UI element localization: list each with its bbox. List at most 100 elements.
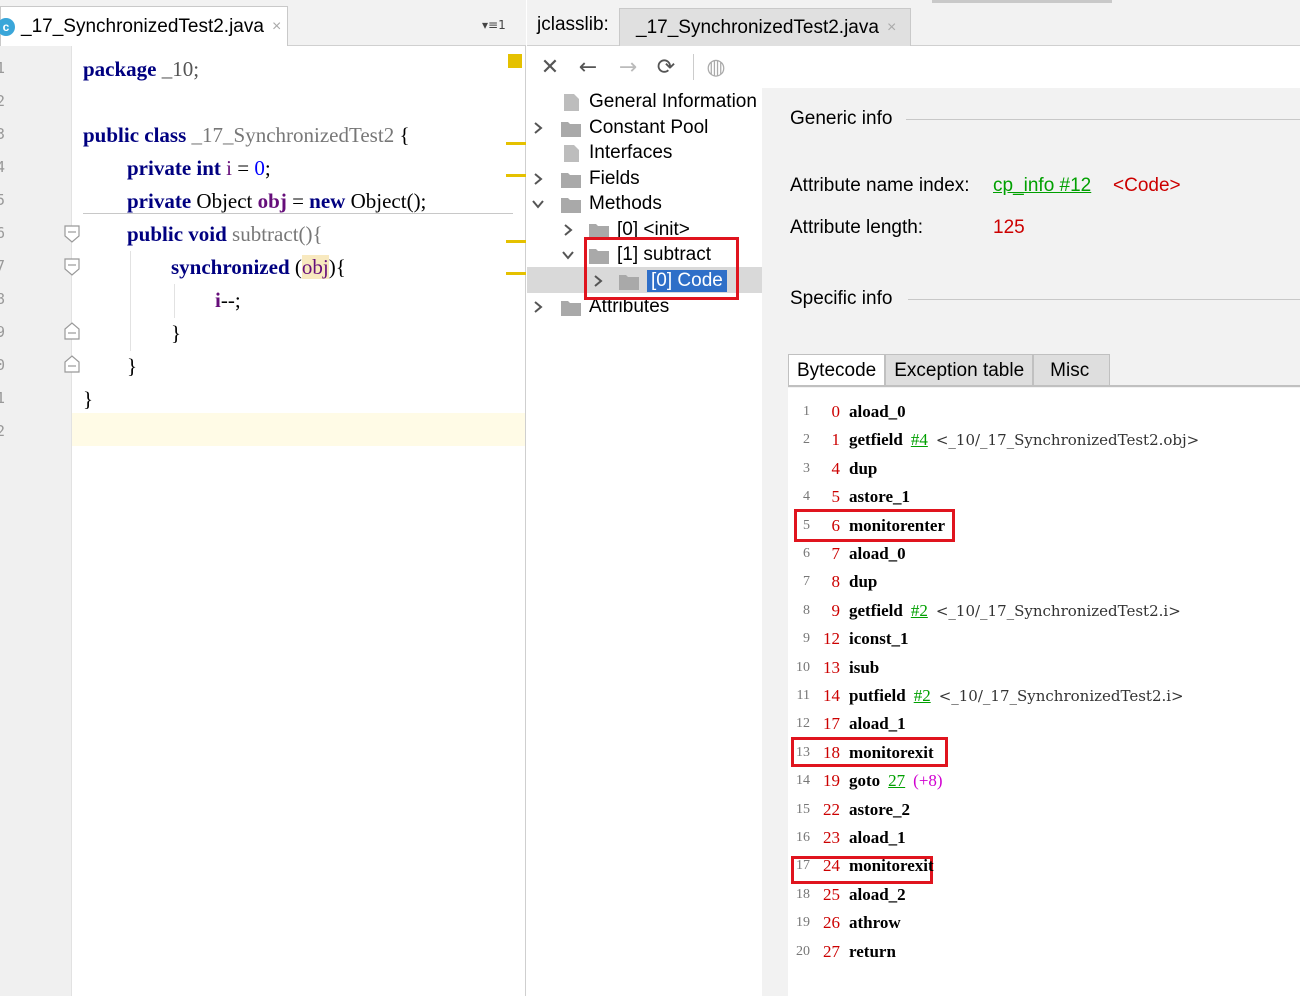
error-stripe-marker[interactable] — [506, 142, 526, 145]
close-icon[interactable]: × — [887, 19, 896, 37]
chevron-down-icon[interactable] — [561, 248, 575, 262]
bytecode-opcode: goto — [849, 771, 881, 791]
bytecode-line-number: 17 — [796, 858, 810, 874]
bytecode-comment: <_10/_17_SynchronizedTest2.obj> — [935, 431, 1200, 450]
chevron-down-icon[interactable] — [531, 197, 545, 211]
bytecode-row: 8 9 getfield #2 <_10/_17_SynchronizedTest2.i… — [788, 597, 1300, 625]
tree-item-fields[interactable]: Fields — [561, 166, 640, 192]
cp-info-link[interactable]: cp_info #12 — [993, 175, 1091, 197]
line-number: 7 — [0, 257, 6, 275]
tree-item-label: Constant Pool — [589, 117, 709, 138]
bytecode-offset: 22 — [823, 799, 840, 819]
line-number: 3 — [0, 125, 6, 143]
tab-misc[interactable]: Misc — [1033, 354, 1111, 386]
tab-exception-table[interactable]: Exception table — [885, 354, 1034, 386]
jclasslib-tab-bar: jclasslib: _17_SynchronizedTest2.java × — [527, 0, 1300, 46]
error-stripe-marker[interactable] — [506, 240, 526, 243]
error-stripe-marker[interactable] — [506, 272, 526, 275]
line-number: 6 — [0, 224, 6, 242]
bytecode-comment: <_10/_17_SynchronizedTest2.i> — [938, 687, 1184, 705]
bytecode-offset: 0 — [831, 402, 841, 421]
bytecode-opcode: iconst_1 — [849, 629, 909, 649]
code-line: } — [83, 387, 94, 411]
bytecode-row: 13 18 monitorexit — [788, 739, 1300, 767]
file-icon — [564, 144, 579, 162]
bytecode-instruction: dup — [849, 568, 877, 596]
chevron-right-icon[interactable] — [531, 300, 545, 314]
tree-item-label: General Information — [589, 91, 757, 112]
tree-item-label: Fields — [589, 168, 640, 189]
tree-item-interfaces[interactable]: Interfaces — [561, 140, 672, 166]
code-line: } — [127, 354, 138, 378]
tree-item-constant-pool[interactable]: Constant Pool — [561, 115, 708, 141]
bytecode-offset: 6 — [831, 515, 841, 535]
bytecode-line-number: 15 — [796, 801, 810, 817]
bytecode-ref-link[interactable]: #2 — [914, 686, 931, 705]
jclasslib-tab-title: _17_SynchronizedTest2.java — [636, 16, 879, 38]
bytecode-opcode: aload_2 — [849, 884, 906, 904]
bytecode-instruction: aload_0 — [849, 540, 906, 568]
folder-icon — [561, 172, 581, 188]
bytecode-opcode: dup — [849, 572, 878, 592]
tab-bytecode[interactable]: Bytecode — [788, 354, 886, 386]
tree-item-general-information[interactable]: General Information — [561, 89, 757, 115]
code-line: public class _17_SynchronizedTest2 { — [83, 123, 410, 147]
bytecode-opcode: monitorenter — [849, 515, 945, 535]
bytecode-row: 18 25 aload_2 — [788, 881, 1300, 909]
close-icon[interactable]: × — [272, 18, 281, 36]
web-globe-icon[interactable]: ◍ — [703, 54, 729, 80]
warning-marker-icon[interactable] — [508, 54, 522, 68]
chevron-right-icon[interactable] — [561, 223, 575, 237]
toolbar-separator — [693, 54, 694, 80]
bytecode-line-number: 14 — [796, 773, 810, 789]
bytecode-line-number: 6 — [803, 546, 810, 561]
tab-list-menu-icon[interactable]: ▾≡1 — [482, 18, 506, 32]
bytecode-row: 11 14 putfield #2 <_10/_17_SynchronizedTest2… — [788, 682, 1300, 710]
line-number: 0 — [0, 356, 6, 374]
bytecode-tabs: Bytecode Exception table Misc — [788, 354, 1111, 386]
chevron-right-icon[interactable] — [531, 121, 545, 135]
bytecode-line-number: 18 — [796, 886, 810, 902]
bytecode-ref-link[interactable]: #2 — [911, 601, 928, 620]
attribute-name-value: <Code> — [1113, 175, 1181, 196]
bytecode-instruction: goto 27 (+8) — [849, 767, 943, 795]
chevron-right-icon[interactable] — [531, 172, 545, 186]
bytecode-line-number: 12 — [796, 716, 810, 732]
bytecode-instruction: isub — [849, 654, 879, 682]
attribute-length-value: 125 — [993, 217, 1025, 238]
code-line: public void subtract(){ — [127, 222, 323, 246]
bytecode-line-number: 13 — [796, 744, 810, 760]
bytecode-opcode: athrow — [849, 913, 901, 933]
bytecode-instruction: astore_1 — [849, 483, 910, 511]
bytecode-line-number: 19 — [796, 915, 810, 931]
bytecode-line-number: 5 — [803, 517, 810, 533]
jclasslib-tab[interactable]: _17_SynchronizedTest2.java × — [619, 8, 911, 46]
bytecode-row: 5 6 monitorenter — [788, 512, 1300, 540]
line-number: 1 — [0, 389, 6, 407]
line-number: 1 — [0, 59, 6, 77]
bytecode-instruction: getfield #2 <_10/_17_SynchronizedTest2.i> — [849, 597, 1181, 625]
bytecode-row: 3 4 dup — [788, 455, 1300, 483]
bytecode-ref-link[interactable]: 27 — [888, 771, 905, 790]
code-area[interactable]: package _10; public class _17_Synchroniz… — [72, 46, 525, 996]
line-number: 2 — [0, 92, 6, 110]
error-stripe-marker[interactable] — [506, 174, 526, 177]
forward-arrow-icon[interactable]: → — [615, 54, 641, 80]
tree-item-methods[interactable]: Methods — [561, 191, 662, 217]
refresh-icon[interactable]: ⟳ — [653, 54, 679, 80]
code-line: private int i = 0; — [127, 156, 271, 180]
bytecode-opcode: aload_0 — [849, 544, 906, 563]
bytecode-row: 14 19 goto 27 (+8) — [788, 767, 1300, 795]
back-arrow-icon[interactable]: ← — [575, 54, 601, 80]
close-icon[interactable]: ✕ — [537, 54, 563, 80]
class-structure-tree[interactable]: General Information Constant Pool Interf… — [527, 88, 762, 996]
bytecode-row: 4 5 astore_1 — [788, 483, 1300, 511]
bytecode-row: 2 1 getfield #4 <_10/_17_SynchronizedTest2.o… — [788, 426, 1300, 454]
editor-tab[interactable]: c _17_SynchronizedTest2.java × — [0, 6, 288, 46]
jclasslib-label: jclasslib: — [537, 14, 609, 35]
code-editor-panel: c _17_SynchronizedTest2.java × ▾≡1 1 2 3… — [0, 0, 526, 996]
bytecode-instruction: monitorenter — [849, 512, 945, 540]
bytecode-listing[interactable]: 1 0 aload_0 2 1 getfield #4 <_10/_17_Synchroniz… — [788, 388, 1300, 996]
bytecode-offset: 13 — [823, 657, 840, 677]
bytecode-ref-link[interactable]: #4 — [911, 430, 928, 449]
